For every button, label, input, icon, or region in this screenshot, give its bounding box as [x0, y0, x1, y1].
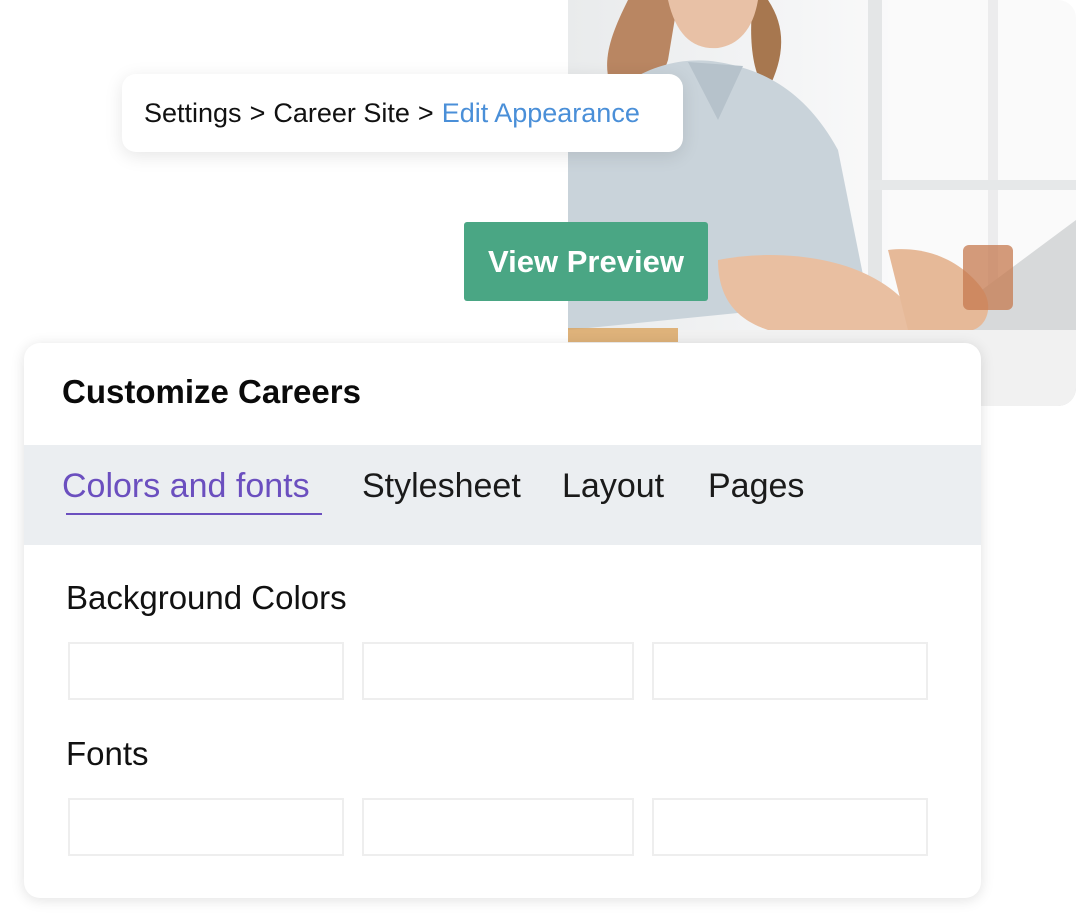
tab-pages[interactable]: Pages: [708, 467, 804, 506]
background-color-swatch[interactable]: [652, 642, 928, 700]
breadcrumb-separator: >: [249, 97, 266, 128]
tab-stylesheet[interactable]: Stylesheet: [362, 467, 521, 506]
font-selector[interactable]: [68, 798, 344, 856]
breadcrumb: Settings > Career Site > Edit Appearance: [122, 74, 683, 152]
font-selector[interactable]: [652, 798, 928, 856]
breadcrumb-current[interactable]: Edit Appearance: [442, 98, 640, 129]
tab-layout[interactable]: Layout: [562, 467, 664, 506]
customize-careers-panel: Customize Careers Colors and fonts Style…: [24, 343, 981, 898]
tab-bar: Colors and fonts Stylesheet Layout Pages: [24, 445, 981, 545]
active-tab-indicator: [66, 513, 322, 515]
breadcrumb-separator: >: [417, 97, 434, 128]
tab-colors-and-fonts[interactable]: Colors and fonts: [62, 467, 310, 506]
background-colors-heading: Background Colors: [66, 579, 347, 616]
breadcrumb-item-career-site[interactable]: Career Site: [273, 98, 410, 129]
page: Settings > Career Site > Edit Appearance…: [0, 0, 1076, 916]
breadcrumb-item-settings[interactable]: Settings: [144, 98, 242, 129]
fonts-heading: Fonts: [66, 735, 149, 772]
background-color-swatch[interactable]: [68, 642, 344, 700]
panel-title: Customize Careers: [62, 373, 361, 410]
background-color-swatch[interactable]: [362, 642, 634, 700]
font-selector[interactable]: [362, 798, 634, 856]
view-preview-button[interactable]: View Preview: [464, 222, 708, 301]
